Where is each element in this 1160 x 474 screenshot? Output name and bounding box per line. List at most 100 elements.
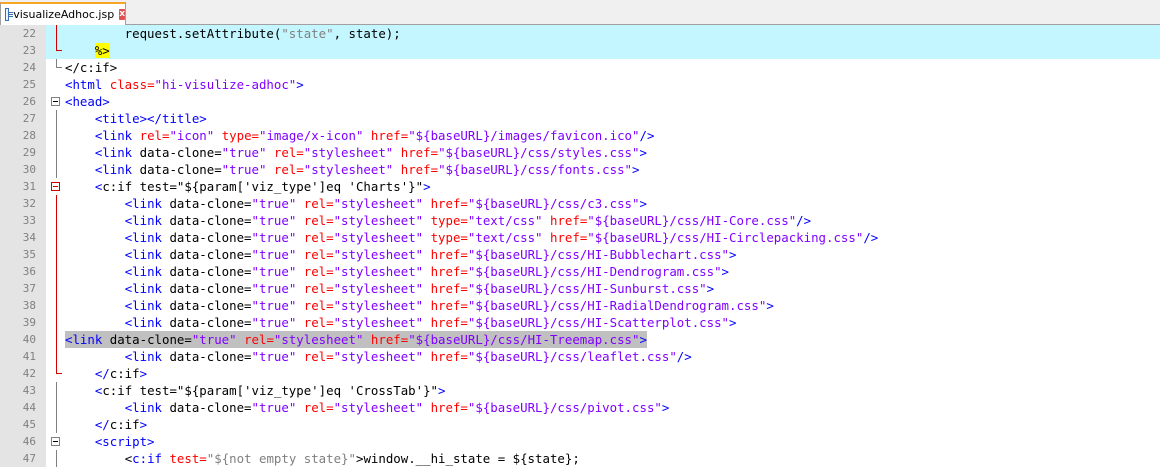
code-line[interactable]: 27 <title></title> — [0, 110, 1160, 127]
fold-margin — [46, 416, 64, 433]
code-line[interactable]: 33 <link data-clone="true" rel="styleshe… — [0, 212, 1160, 229]
code-token: "${baseURL}/css/HI-RadialDendrogram.css" — [467, 298, 767, 313]
code-line[interactable]: 39 <link data-clone="true" rel="styleshe… — [0, 314, 1160, 331]
code-token: class= — [109, 77, 155, 92]
code-token: "stylesheet" — [273, 332, 364, 347]
code-token: "true" — [251, 281, 297, 296]
line-gutter: 42 — [0, 365, 46, 382]
code-line[interactable]: 44 <link data-clone="true" rel="styleshe… — [0, 399, 1160, 416]
code-editor[interactable]: 22 request.setAttribute("state", state);… — [0, 25, 1160, 474]
code-line[interactable]: 28 <link rel="icon" type="image/x-icon" … — [0, 127, 1160, 144]
code-line[interactable]: 41 <link data-clone="true" rel="styleshe… — [0, 348, 1160, 365]
fold-margin — [46, 297, 64, 314]
code-token: data-clone= — [169, 315, 252, 330]
code-line[interactable]: 47 <c:if test="${not empty state}">windo… — [0, 450, 1160, 467]
code-token: "true" — [251, 247, 297, 262]
code-line[interactable]: 38 <link data-clone="true" rel="styleshe… — [0, 297, 1160, 314]
code-token: "${not empty state}" — [206, 451, 356, 466]
code-line[interactable]: 22 request.setAttribute("state", state); — [0, 25, 1160, 42]
code-token: rel= — [303, 349, 334, 364]
code-line[interactable]: 25 <html class="hi-visulize-adhoc"> — [0, 76, 1160, 93]
code-line[interactable]: 30 <link data-clone="true" rel="styleshe… — [0, 161, 1160, 178]
code-token: "stylesheet" — [303, 145, 394, 160]
code-token: > — [661, 400, 670, 415]
code-token: data-clone= — [169, 349, 252, 364]
fold-margin — [46, 246, 64, 263]
code-token: href= — [549, 213, 588, 228]
fold-line — [56, 297, 57, 314]
code-token: "image/x-icon" — [259, 128, 364, 143]
code-text: <link data-clone="true" rel="stylesheet"… — [65, 195, 647, 212]
code-token: > — [639, 196, 647, 211]
code-token: rel= — [273, 162, 304, 177]
line-gutter: 29 — [0, 144, 46, 161]
code-text: request.setAttribute("state", state); — [65, 25, 401, 42]
code-token: href= — [430, 315, 468, 330]
code-line[interactable]: 26 <head> — [0, 93, 1160, 110]
code-token: > — [729, 247, 737, 262]
code-line[interactable]: 45 </c:if> — [0, 416, 1160, 433]
line-number: 42 — [22, 367, 36, 380]
code-token: <link — [124, 400, 170, 415]
fold-margin — [46, 93, 64, 110]
fold-line — [56, 229, 57, 246]
code-line[interactable]: 29 <link data-clone="true" rel="styleshe… — [0, 144, 1160, 161]
fold-toggle-icon[interactable] — [51, 97, 60, 106]
tab-visualizeadhoc[interactable]: visualizeAdhoc.jsp x — [0, 2, 126, 25]
code-line[interactable]: 46 <script> — [0, 433, 1160, 450]
fold-line — [56, 161, 57, 178]
line-gutter: 34 — [0, 229, 46, 246]
code-token: > — [438, 383, 446, 398]
code-token: "text/css" — [467, 213, 543, 228]
code-token: "${baseURL}/css/HI-Bubblechart.css" — [467, 247, 729, 262]
code-line[interactable]: 40 <link data-clone="true" rel="styleshee… — [0, 331, 1160, 348]
code-line[interactable]: 42 </c:if> — [0, 365, 1160, 382]
code-token: > — [729, 315, 737, 330]
code-token: "true" — [251, 298, 297, 313]
fold-line — [56, 280, 57, 297]
code-text: <link data-clone="true" rel="stylesheet"… — [65, 399, 670, 416]
code-line[interactable]: 37 <link data-clone="true" rel="styleshe… — [0, 280, 1160, 297]
code-token: <link — [124, 281, 170, 296]
code-line[interactable]: 36 <link data-clone="true" rel="styleshe… — [0, 263, 1160, 280]
line-gutter: 32 — [0, 195, 46, 212]
code-text: <link data-clone="true" rel="stylesheet"… — [65, 246, 737, 263]
line-gutter: 41 — [0, 348, 46, 365]
close-icon[interactable]: x — [119, 9, 125, 20]
code-line[interactable]: 32 <link data-clone="true" rel="styleshe… — [0, 195, 1160, 212]
fold-margin — [46, 348, 64, 365]
code-line[interactable]: 43 <c:if test="${param['viz_type']eq 'Cr… — [0, 382, 1160, 399]
code-token: "stylesheet" — [333, 315, 424, 330]
code-line[interactable]: 31 <c:if test="${param['viz_type']eq 'Ch… — [0, 178, 1160, 195]
code-line[interactable]: 23 %> — [0, 42, 1160, 59]
file-icon — [5, 8, 14, 21]
code-line[interactable]: 34 <link data-clone="true" rel="styleshe… — [0, 229, 1160, 246]
fold-toggle-icon[interactable] — [51, 182, 60, 191]
fold-margin — [46, 127, 64, 144]
line-number: 37 — [22, 282, 36, 295]
code-text: <link data-clone="true" rel="stylesheet"… — [65, 229, 879, 246]
fold-toggle-icon[interactable] — [51, 437, 60, 446]
line-number: 23 — [22, 44, 36, 57]
code-token: data-clone= — [169, 247, 252, 262]
code-token: "true" — [251, 213, 297, 228]
code-line[interactable]: 24 </c:if> — [0, 59, 1160, 76]
code-line[interactable]: 35 <link data-clone="true" rel="styleshe… — [0, 246, 1160, 263]
code-token: "icon" — [169, 128, 215, 143]
fold-margin — [46, 110, 64, 127]
fold-margin — [46, 280, 64, 297]
code-token: href= — [430, 196, 468, 211]
fold-margin — [46, 59, 64, 76]
